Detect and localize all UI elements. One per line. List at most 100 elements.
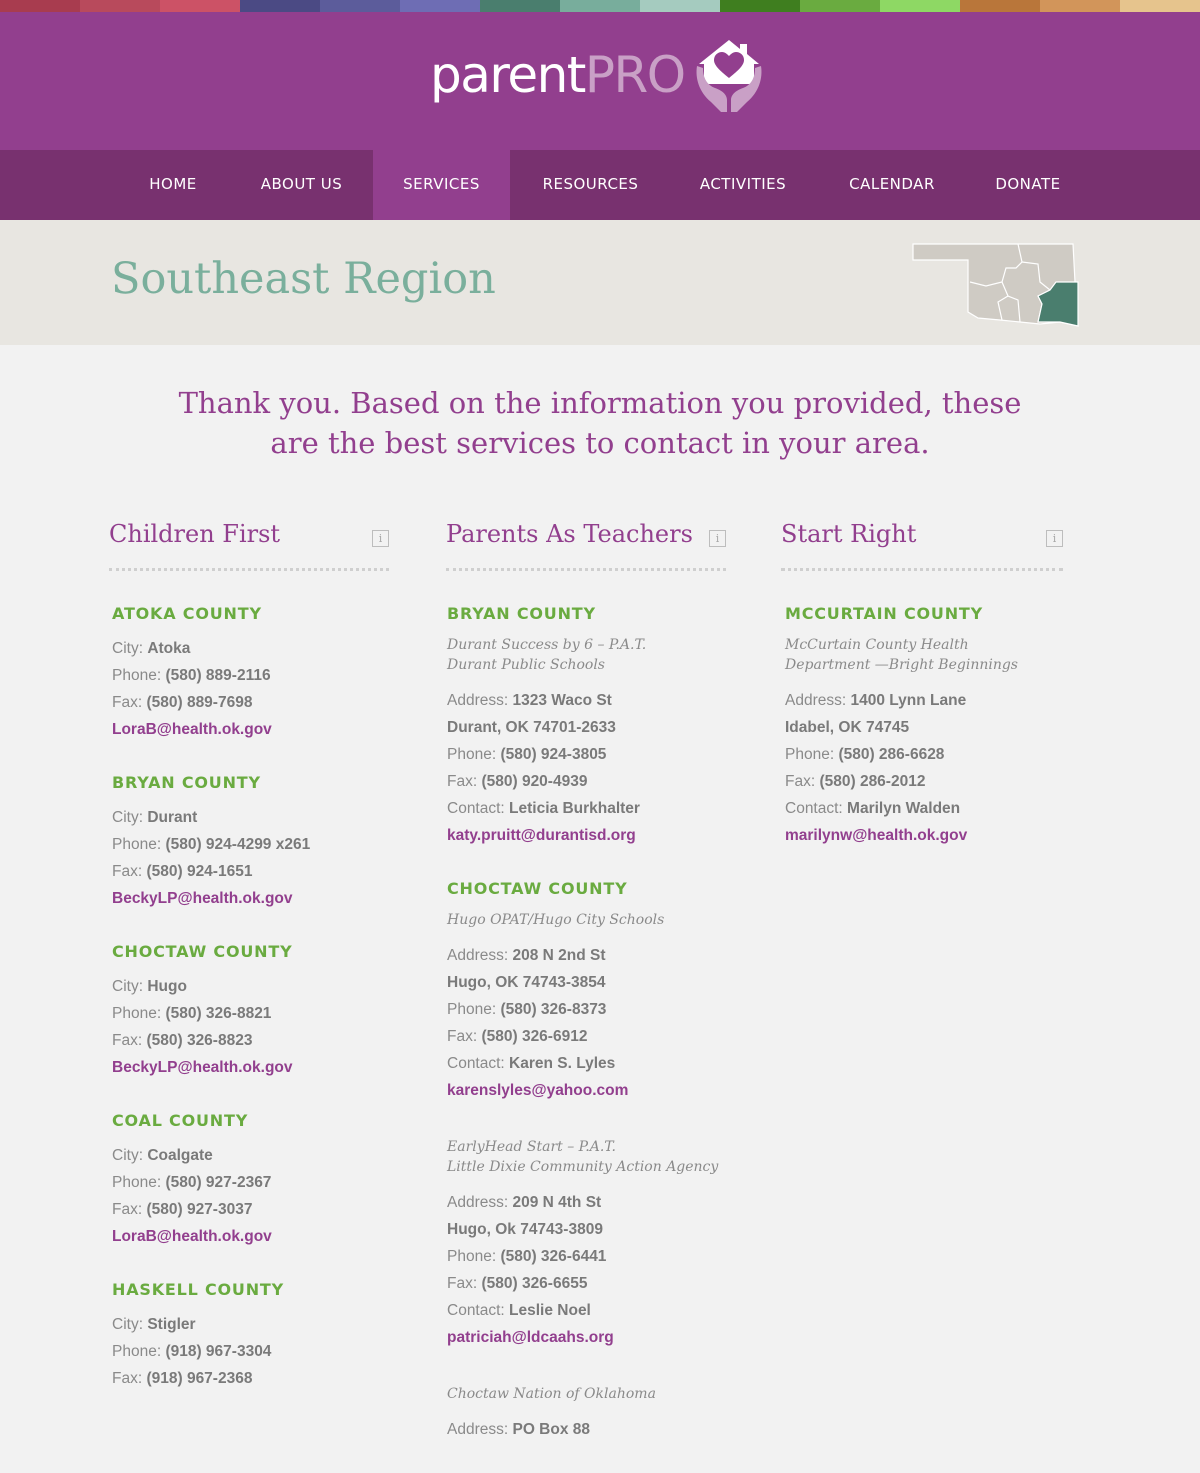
email-link[interactable]: katy.pruitt@durantisd.org [447, 822, 726, 849]
contact-line: Contact: Karen S. Lyles [447, 1055, 616, 1072]
county-list: BRYAN COUNTY Durant Success by 6 – P.A.T… [446, 604, 726, 1443]
email-link[interactable]: karenslyles@yahoo.com [447, 1077, 726, 1104]
county-name: BRYAN COUNTY [447, 604, 596, 623]
county-entry: MCCURTAIN COUNTY McCurtain County Health… [785, 604, 1063, 849]
site-logo[interactable]: parentPRO [430, 38, 770, 130]
phone-line: Phone: (580) 927-2367 [112, 1174, 272, 1191]
county-name: BRYAN COUNTY [112, 773, 261, 792]
address-line-2: Idabel, OK 74745 [785, 719, 910, 736]
address-line-2: Hugo, OK 74743-3854 [447, 974, 606, 991]
color-strip [0, 0, 1200, 12]
agency-name: Hugo OPAT/Hugo City Schools [447, 912, 665, 928]
county-entry: ATOKA COUNTY City: Atoka Phone: (580) 88… [112, 604, 389, 743]
program-column-parents-as-teachers: Parents As Teachers i BRYAN COUNTY Duran… [446, 520, 726, 1473]
color-swatch [560, 0, 640, 12]
email-link[interactable]: LoraB@health.ok.gov [112, 716, 389, 743]
agency-name: McCurtain County Health Department —Brig… [785, 637, 1018, 673]
info-icon[interactable]: i [1046, 530, 1063, 547]
fax-line: Fax: (580) 326-8823 [112, 1032, 253, 1049]
address-line-2: Hugo, Ok 74743-3809 [447, 1221, 603, 1238]
county-entry: BRYAN COUNTY Durant Success by 6 – P.A.T… [447, 604, 726, 849]
nav-activities[interactable]: ACTIVITIES [680, 150, 806, 220]
agency-name: Durant Success by 6 – P.A.T. Durant Publ… [447, 637, 647, 673]
color-swatch [400, 0, 480, 12]
fax-line: Fax: (918) 967-2368 [112, 1370, 253, 1387]
email-link[interactable]: LoraB@health.ok.gov [112, 1223, 389, 1250]
logo-word-pro: PRO [584, 46, 686, 104]
program-title: Children First [109, 520, 281, 548]
color-swatch [240, 0, 320, 12]
county-entry: COAL COUNTY City: Coalgate Phone: (580) … [112, 1111, 389, 1250]
county-entry: BRYAN COUNTY City: Durant Phone: (580) 9… [112, 773, 389, 912]
address-line: Address: 1400 Lynn Lane [785, 692, 967, 709]
phone-line: Phone: (580) 924-4299 x261 [112, 836, 311, 853]
fax-line: Fax: (580) 326-6912 [447, 1028, 588, 1045]
color-swatch [640, 0, 720, 12]
nav-home[interactable]: HOME [120, 150, 226, 220]
dotted-divider [446, 568, 726, 572]
address-line-2: Durant, OK 74701-2633 [447, 719, 616, 736]
county-name: HASKELL COUNTY [112, 1280, 285, 1299]
color-swatch [160, 0, 240, 12]
email-link[interactable]: patriciah@ldcaahs.org [447, 1324, 726, 1351]
intro-message: Thank you. Based on the information you … [0, 383, 1200, 463]
column-header: Parents As Teachers i [446, 520, 726, 568]
region-title: Southeast Region [111, 254, 496, 304]
nav-calendar[interactable]: CALENDAR [828, 150, 956, 220]
fax-line: Fax: (580) 326-6655 [447, 1275, 588, 1292]
program-title: Parents As Teachers [446, 520, 693, 548]
email-link[interactable]: marilynw@health.ok.gov [785, 822, 1063, 849]
county-name: COAL COUNTY [112, 1111, 249, 1130]
color-swatch [320, 0, 400, 12]
dotted-divider [781, 568, 1063, 572]
nav-about-us[interactable]: ABOUT US [240, 150, 363, 220]
phone-line: Phone: (580) 326-8821 [112, 1005, 272, 1022]
nav-services[interactable]: SERVICES [373, 150, 510, 227]
contact-line: Contact: Leslie Noel [447, 1302, 591, 1319]
program-column-start-right: Start Right i MCCURTAIN COUNTY McCurtain… [781, 520, 1063, 879]
fax-line: Fax: (580) 920-4939 [447, 773, 588, 790]
color-swatch [720, 0, 800, 12]
logo-wordmark: parentPRO [430, 50, 686, 100]
oklahoma-region-map-icon [912, 243, 1079, 327]
fax-line: Fax: (580) 924-1651 [112, 863, 253, 880]
agency-entry: EarlyHead Start – P.A.T. Little Dixie Co… [447, 1137, 726, 1351]
email-link[interactable]: BeckyLP@health.ok.gov [112, 885, 389, 912]
color-swatch [1040, 0, 1120, 12]
contact-line: Contact: Marilyn Walden [785, 800, 961, 817]
dotted-divider [109, 568, 389, 572]
fax-line: Fax: (580) 889-7698 [112, 694, 253, 711]
city-line: City: Durant [112, 809, 198, 826]
agency-name: Choctaw Nation of Oklahoma [447, 1386, 656, 1402]
county-name: ATOKA COUNTY [112, 604, 262, 623]
phone-line: Phone: (580) 889-2116 [112, 667, 271, 684]
nav-donate[interactable]: DONATE [974, 150, 1082, 220]
agency-entry: Choctaw Nation of Oklahoma Address: PO B… [447, 1384, 726, 1443]
info-icon[interactable]: i [372, 530, 389, 547]
program-column-children-first: Children First i ATOKA COUNTY City: Atok… [109, 520, 389, 1422]
city-line: City: Atoka [112, 640, 191, 657]
intro-line-2: are the best services to contact in your… [270, 426, 930, 460]
county-list: ATOKA COUNTY City: Atoka Phone: (580) 88… [109, 604, 389, 1392]
address-line: Address: 208 N 2nd St [447, 947, 606, 964]
county-name: MCCURTAIN COUNTY [785, 604, 983, 623]
agency-name: EarlyHead Start – P.A.T. Little Dixie Co… [447, 1139, 719, 1175]
county-entry: HASKELL COUNTY City: Stigler Phone: (918… [112, 1280, 389, 1392]
color-swatch [1120, 0, 1200, 12]
phone-line: Phone: (580) 924-3805 [447, 746, 607, 763]
main-nav: HOME ABOUT US SERVICES RESOURCES ACTIVIT… [0, 150, 1200, 227]
email-link[interactable]: BeckyLP@health.ok.gov [112, 1054, 389, 1081]
color-swatch [80, 0, 160, 12]
intro-line-1: Thank you. Based on the information you … [178, 386, 1022, 420]
county-name: CHOCTAW COUNTY [112, 942, 293, 961]
info-icon[interactable]: i [709, 530, 726, 547]
color-swatch [800, 0, 880, 12]
color-swatch [480, 0, 560, 12]
phone-line: Phone: (580) 286-6628 [785, 746, 945, 763]
color-swatch [0, 0, 80, 12]
house-heart-hands-icon [696, 40, 762, 112]
nav-resources[interactable]: RESOURCES [525, 150, 656, 220]
address-line: Address: 209 N 4th St [447, 1194, 602, 1211]
color-swatch [880, 0, 960, 12]
contact-line: Contact: Leticia Burkhalter [447, 800, 640, 817]
